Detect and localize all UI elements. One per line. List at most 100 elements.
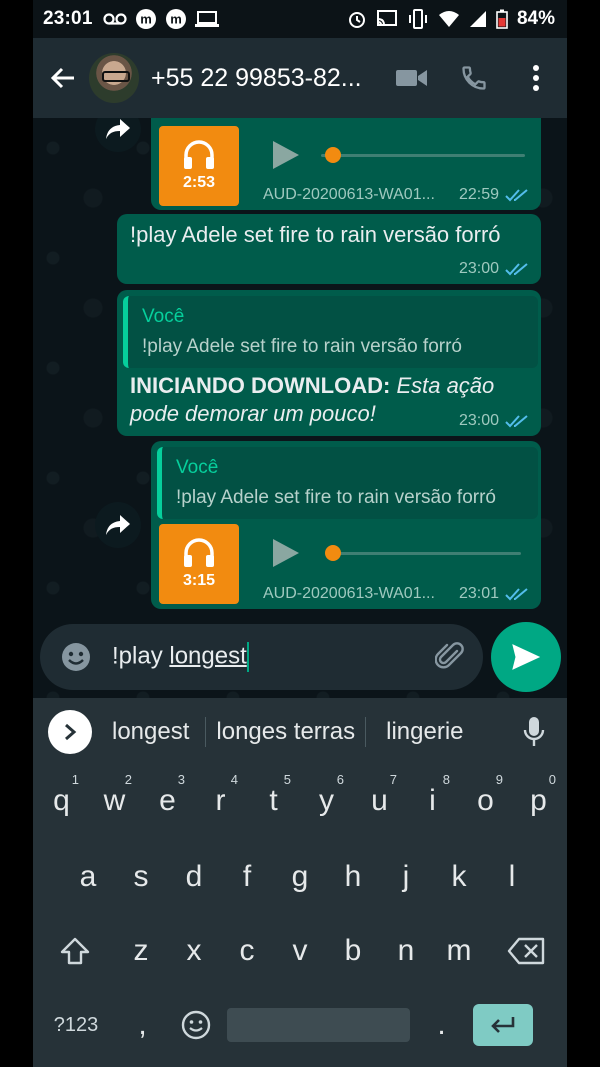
comma-key[interactable]: , (116, 990, 169, 1060)
key-r[interactable]: r4 (194, 766, 247, 836)
message-time: 23:01 (458, 585, 499, 602)
key-n[interactable]: n (380, 916, 433, 986)
chat-area[interactable]: 2:53 AUD-20200613-WA01... 22:59 !play Ad… (33, 118, 567, 698)
audio-reply-message[interactable]: Você !play Adele set fire to rain versão… (151, 441, 541, 609)
wifi-icon (438, 11, 459, 27)
message-input-container[interactable]: !play longest (40, 624, 483, 690)
suggestion-1[interactable]: longest (96, 718, 205, 746)
suggestion-3[interactable]: lingerie (366, 718, 483, 746)
headphones-icon (184, 538, 214, 567)
video-call-button[interactable] (381, 48, 443, 108)
period-key[interactable]: . (415, 990, 468, 1060)
keyboard-row-3: z x c v b n m (33, 916, 567, 986)
key-u[interactable]: u7 (353, 766, 406, 836)
quoted-message[interactable]: Você !play Adele set fire to rain versão… (123, 296, 538, 368)
vibrate-icon (408, 9, 427, 29)
audio-progress-track[interactable] (331, 552, 521, 555)
audio-seek-handle[interactable] (325, 147, 341, 163)
key-t[interactable]: t5 (247, 766, 300, 836)
shift-key[interactable] (35, 916, 115, 986)
compose-bar: !play longest (33, 618, 567, 698)
avatar[interactable] (89, 53, 139, 103)
audio-thumbnail: 3:15 (159, 524, 239, 604)
reply-message[interactable]: Você !play Adele set fire to rain versão… (117, 290, 541, 436)
quoted-message[interactable]: Você !play Adele set fire to rain versão… (157, 447, 538, 519)
key-m[interactable]: m (433, 916, 486, 986)
key-s[interactable]: s (115, 842, 168, 912)
key-o[interactable]: o9 (459, 766, 512, 836)
audio-duration: 2:53 (182, 174, 216, 191)
message-input[interactable]: !play longest (112, 642, 249, 672)
status-bar: 23:01 m m 84% (33, 0, 567, 38)
text-cursor (246, 642, 249, 672)
video-camera-icon (396, 70, 427, 86)
signal-icon (469, 11, 486, 27)
emoji-button[interactable] (54, 635, 98, 679)
m-app-icon: m (135, 9, 156, 29)
back-button[interactable] (39, 48, 87, 108)
contact-name[interactable]: +55 22 99853-82... (151, 64, 379, 93)
m-app-icon: m (165, 9, 186, 29)
microphone-icon (523, 717, 545, 746)
backspace-key[interactable] (486, 916, 566, 986)
key-h[interactable]: h (327, 842, 380, 912)
more-options-button[interactable] (505, 48, 567, 108)
key-a[interactable]: a (62, 842, 115, 912)
key-b[interactable]: b (327, 916, 380, 986)
keyboard-row-1: q1 w2 e3 r4 t5 y6 u7 i8 o9 p0 (33, 766, 567, 836)
svg-text:m: m (140, 12, 152, 27)
key-x[interactable]: x (168, 916, 221, 986)
key-w[interactable]: w2 (88, 766, 141, 836)
key-d[interactable]: d (168, 842, 221, 912)
headphones-icon (184, 140, 214, 169)
phone-screen: 23:01 m m 84% +55 22 99853-82... 2:53 AU… (33, 0, 567, 1067)
emoji-icon (181, 1010, 210, 1040)
text-message[interactable]: !play Adele set fire to rain versão forr… (117, 214, 541, 284)
key-q[interactable]: q1 (35, 766, 88, 836)
key-e[interactable]: e3 (141, 766, 194, 836)
message-text: !play Adele set fire to rain versão forr… (130, 222, 501, 247)
battery-percentage: 84% (516, 8, 555, 29)
forward-button[interactable] (95, 118, 141, 152)
expand-suggestions-button[interactable] (48, 710, 92, 754)
laptop-icon (194, 11, 219, 27)
key-y[interactable]: y6 (300, 766, 353, 836)
voice-input-button[interactable] (519, 712, 549, 752)
play-icon[interactable] (271, 139, 301, 171)
voice-call-button[interactable] (443, 48, 505, 108)
enter-key[interactable] (468, 990, 538, 1060)
key-c[interactable]: c (221, 916, 274, 986)
alarm-icon (348, 12, 365, 28)
chat-header: +55 22 99853-82... (33, 38, 567, 118)
key-l[interactable]: l (486, 842, 539, 912)
audio-seek-handle[interactable] (325, 545, 341, 561)
double-check-icon (505, 415, 528, 428)
key-g[interactable]: g (274, 842, 327, 912)
key-j[interactable]: j (380, 842, 433, 912)
key-p[interactable]: p0 (512, 766, 565, 836)
keyboard-suggestion-strip: longest longes terras lingerie (33, 698, 567, 766)
attach-button[interactable] (431, 638, 469, 676)
download-label: INICIANDO DOWNLOAD: (130, 373, 391, 398)
key-z[interactable]: z (115, 916, 168, 986)
key-f[interactable]: f (221, 842, 274, 912)
audio-message-1[interactable]: 2:53 AUD-20200613-WA01... 22:59 (151, 118, 541, 210)
forward-button[interactable] (95, 502, 141, 548)
key-v[interactable]: v (274, 916, 327, 986)
input-composing-word: longest (169, 642, 247, 670)
emoji-key[interactable] (169, 990, 222, 1060)
quote-text: !play Adele set fire to rain versão forr… (142, 336, 462, 357)
key-i[interactable]: i8 (406, 766, 459, 836)
key-k[interactable]: k (433, 842, 486, 912)
send-icon (512, 644, 541, 670)
space-key[interactable] (222, 990, 415, 1060)
svg-text:m: m (170, 12, 182, 27)
audio-progress-track[interactable] (321, 154, 525, 157)
play-icon[interactable] (271, 537, 301, 569)
shift-icon (60, 937, 89, 965)
send-button[interactable] (491, 622, 561, 692)
suggestion-2[interactable]: longes terras (206, 718, 365, 746)
symbols-key[interactable]: ?123 (36, 990, 116, 1060)
double-check-icon (505, 263, 528, 276)
keyboard-row-2: a s d f g h j k l (33, 842, 567, 912)
